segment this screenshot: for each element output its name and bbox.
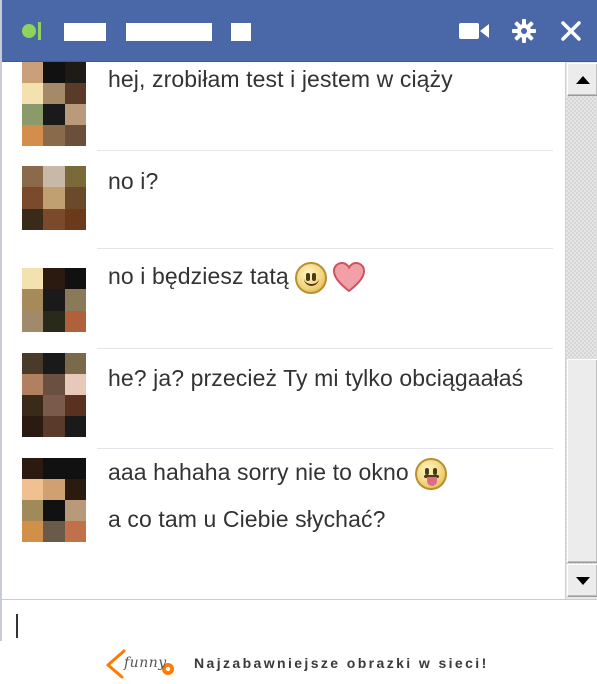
smile-emoji: [294, 262, 327, 294]
arrow-up-icon: [575, 75, 590, 84]
message-text: no i będziesz tatą: [108, 263, 289, 290]
avatar-pixel: [22, 416, 44, 437]
avatar-pixel: [43, 187, 65, 209]
avatar-pixel: [64, 187, 86, 209]
avatar-pixel: [22, 500, 44, 521]
avatar-pixel: [64, 353, 86, 374]
chat-titlebar[interactable]: [2, 0, 597, 62]
heart-emoji: [332, 262, 365, 293]
tongue-emoji: [414, 458, 447, 490]
avatar-pixel: [43, 104, 65, 125]
avatar-pixel: [64, 166, 86, 188]
message-divider: [97, 348, 553, 349]
avatar-pixel: [64, 374, 86, 395]
message-text: hej, zrobiłam test i jestem w ciąży: [108, 66, 453, 92]
message-text-row: aaa hahaha sorry nie to okno: [108, 458, 447, 490]
avatar: [22, 166, 86, 230]
avatar-pixel: [43, 479, 65, 500]
avatar-pixel: [22, 104, 44, 125]
avatar-pixel: [22, 83, 44, 104]
message-text: he? ja? przecież Ty mi tylko obciągaałaś: [108, 365, 524, 391]
scrollbar[interactable]: [565, 62, 597, 599]
avatar-pixel: [22, 310, 44, 332]
avatar-pixel: [64, 458, 86, 479]
avatar-pixel: [64, 395, 86, 416]
avatar-pixel: [22, 395, 44, 416]
avatar-pixel: [43, 521, 65, 542]
video-camera-icon[interactable]: [458, 16, 490, 46]
avatar-pixel: [43, 416, 65, 437]
message-text-row: no i będziesz tatą: [108, 262, 365, 294]
online-status-icon: [22, 24, 36, 38]
avatar-pixel: [43, 395, 65, 416]
chat-window: hej, zrobiłam test i jestem w ciąży no i…: [0, 0, 597, 641]
arrow-down-icon: [575, 576, 590, 585]
avatar-pixel: [43, 62, 65, 83]
gear-icon[interactable]: [510, 16, 538, 46]
avatar-pixel: [64, 416, 86, 437]
avatar-pixel: [64, 104, 86, 125]
avatar-pixel: [64, 62, 86, 83]
avatar-pixel: [43, 289, 65, 311]
redacted-name-block: [126, 23, 212, 41]
text-caret: [16, 614, 18, 638]
message-text: no i?: [108, 168, 159, 194]
avatar-pixel: [22, 166, 44, 188]
avatar: [22, 268, 86, 332]
avatar-pixel: [43, 374, 65, 395]
avatar-pixel: [43, 353, 65, 374]
avatar-pixel: [64, 521, 86, 542]
logo-text: funny: [124, 655, 167, 671]
avatar-pixel: [22, 374, 44, 395]
avatar-pixel: [43, 208, 65, 230]
avatar-pixel: [22, 268, 44, 290]
message-divider: [97, 448, 553, 449]
avatar-pixel: [22, 289, 44, 311]
message-divider: [97, 248, 553, 249]
avatar-pixel: [64, 479, 86, 500]
avatar-pixel: [22, 353, 44, 374]
avatar-pixel: [64, 500, 86, 521]
avatar-pixel: [22, 521, 44, 542]
avatar-pixel: [64, 83, 86, 104]
avatar-pixel: [64, 268, 86, 290]
avatar-pixel: [22, 125, 44, 146]
scroll-thumb[interactable]: [567, 359, 597, 563]
status-bar: [38, 22, 41, 40]
avatar-pixel: [22, 458, 44, 479]
scroll-down-button[interactable]: [567, 564, 597, 597]
avatar-pixel: [22, 187, 44, 209]
avatar-pixel: [64, 310, 86, 332]
avatar-pixel: [43, 458, 65, 479]
close-icon[interactable]: [558, 16, 584, 46]
avatar: [22, 62, 86, 146]
avatar-pixel: [64, 125, 86, 146]
avatar-pixel: [64, 289, 86, 311]
avatar-pixel: [43, 83, 65, 104]
avatar-pixel: [43, 125, 65, 146]
avatar-pixel: [64, 208, 86, 230]
message-text: aaa hahaha sorry nie to okno: [108, 459, 409, 486]
scroll-up-button[interactable]: [567, 63, 597, 96]
avatar-pixel: [22, 62, 44, 83]
message-text: a co tam u Ciebie słychać?: [108, 506, 386, 532]
redacted-name-block: [64, 23, 106, 41]
message-divider: [97, 150, 553, 151]
avatar-pixel: [22, 208, 44, 230]
message-list[interactable]: hej, zrobiłam test i jestem w ciąży no i…: [2, 62, 565, 599]
avatar-pixel: [43, 310, 65, 332]
message-input[interactable]: [2, 599, 597, 641]
avatar-pixel: [43, 500, 65, 521]
avatar-pixel: [43, 166, 65, 188]
avatar-pixel: [43, 268, 65, 290]
avatar: [22, 458, 86, 542]
avatar-pixel: [22, 479, 44, 500]
avatar: [22, 353, 86, 437]
footer-tagline: Najzabawniejsze obrazki w sieci!: [194, 655, 489, 671]
watermark-footer: funny Najzabawniejsze obrazki w sieci!: [0, 641, 597, 684]
redacted-name-block: [231, 23, 251, 41]
